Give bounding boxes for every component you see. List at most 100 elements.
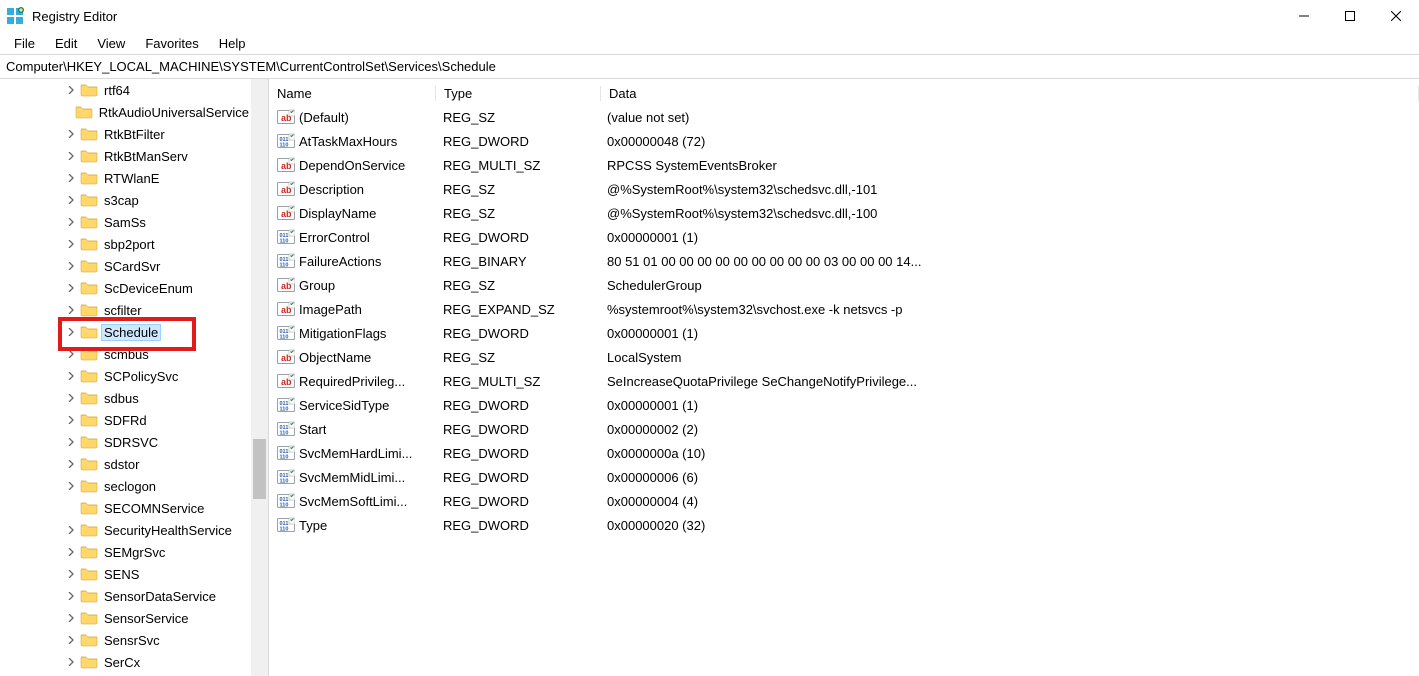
folder-icon — [80, 632, 98, 648]
value-row[interactable]: abObjectNameREG_SZLocalSystem — [269, 345, 1419, 369]
chevron-right-icon[interactable] — [64, 240, 78, 248]
tree-item-scpolicysvc[interactable]: SCPolicySvc — [0, 365, 251, 387]
value-row[interactable]: abGroupREG_SZSchedulerGroup — [269, 273, 1419, 297]
value-row[interactable]: 011110StartREG_DWORD0x00000002 (2) — [269, 417, 1419, 441]
close-button[interactable] — [1373, 0, 1419, 32]
value-row[interactable]: 011110ErrorControlREG_DWORD0x00000001 (1… — [269, 225, 1419, 249]
column-data[interactable]: Data — [601, 86, 1419, 101]
value-row[interactable]: abRequiredPrivileg...REG_MULTI_SZSeIncre… — [269, 369, 1419, 393]
tree-item-secomnservice[interactable]: SECOMNService — [0, 497, 251, 519]
value-row[interactable]: 011110ServiceSidTypeREG_DWORD0x00000001 … — [269, 393, 1419, 417]
tree-item-label: SerCx — [102, 655, 142, 670]
tree-item-sdrsvc[interactable]: SDRSVC — [0, 431, 251, 453]
value-row[interactable]: 011110AtTaskMaxHoursREG_DWORD0x00000048 … — [269, 129, 1419, 153]
chevron-right-icon[interactable] — [64, 372, 78, 380]
value-row[interactable]: ab(Default)REG_SZ(value not set) — [269, 105, 1419, 129]
value-row[interactable]: abDescriptionREG_SZ@%SystemRoot%\system3… — [269, 177, 1419, 201]
chevron-right-icon[interactable] — [64, 460, 78, 468]
chevron-right-icon[interactable] — [64, 570, 78, 578]
value-row[interactable]: 011110SvcMemSoftLimi...REG_DWORD0x000000… — [269, 489, 1419, 513]
value-row[interactable]: abDisplayNameREG_SZ@%SystemRoot%\system3… — [269, 201, 1419, 225]
tree-item-rtf64[interactable]: rtf64 — [0, 79, 251, 101]
menu-edit[interactable]: Edit — [47, 34, 85, 53]
maximize-button[interactable] — [1327, 0, 1373, 32]
tree-item-sercx[interactable]: SerCx — [0, 651, 251, 673]
chevron-right-icon[interactable] — [64, 416, 78, 424]
folder-icon — [80, 610, 98, 626]
column-type[interactable]: Type — [436, 86, 601, 101]
svg-text:110: 110 — [280, 239, 289, 245]
menu-help[interactable]: Help — [211, 34, 254, 53]
value-row[interactable]: abImagePathREG_EXPAND_SZ%systemroot%\sys… — [269, 297, 1419, 321]
value-row[interactable]: 011110FailureActionsREG_BINARY80 51 01 0… — [269, 249, 1419, 273]
chevron-right-icon[interactable] — [64, 394, 78, 402]
tree-item-sensorservice[interactable]: SensorService — [0, 607, 251, 629]
menu-view[interactable]: View — [89, 34, 133, 53]
tree-item-rtkaudiouniversalservice[interactable]: RtkAudioUniversalService — [0, 101, 251, 123]
chevron-right-icon[interactable] — [64, 526, 78, 534]
value-name: SvcMemMidLimi... — [299, 470, 405, 485]
value-data: @%SystemRoot%\system32\schedsvc.dll,-100 — [599, 206, 1419, 221]
tree-item-samss[interactable]: SamSs — [0, 211, 251, 233]
chevron-right-icon[interactable] — [64, 284, 78, 292]
folder-icon — [80, 522, 98, 538]
tree-item-rtkbtfilter[interactable]: RtkBtFilter — [0, 123, 251, 145]
chevron-right-icon[interactable] — [64, 218, 78, 226]
tree-item-seclogon[interactable]: seclogon — [0, 475, 251, 497]
chevron-right-icon[interactable] — [64, 350, 78, 358]
chevron-right-icon[interactable] — [64, 196, 78, 204]
tree-item-semgrsvc[interactable]: SEMgrSvc — [0, 541, 251, 563]
tree-item-label: RtkBtManServ — [102, 149, 190, 164]
menu-favorites[interactable]: Favorites — [137, 34, 206, 53]
chevron-right-icon[interactable] — [64, 86, 78, 94]
string-value-icon: ab — [277, 373, 295, 389]
tree-item-scmbus[interactable]: scmbus — [0, 343, 251, 365]
tree-item-schedule[interactable]: Schedule — [0, 321, 251, 343]
tree-item-sensordataservice[interactable]: SensorDataService — [0, 585, 251, 607]
chevron-right-icon[interactable] — [64, 174, 78, 182]
tree-item-label: ScDeviceEnum — [102, 281, 195, 296]
value-data: 0x00000020 (32) — [599, 518, 1419, 533]
chevron-right-icon[interactable] — [64, 130, 78, 138]
tree-item-scfilter[interactable]: scfilter — [0, 299, 251, 321]
chevron-right-icon[interactable] — [64, 614, 78, 622]
chevron-right-icon[interactable] — [64, 262, 78, 270]
value-row[interactable]: abDependOnServiceREG_MULTI_SZRPCSS Syste… — [269, 153, 1419, 177]
tree-item-rtkbtmanserv[interactable]: RtkBtManServ — [0, 145, 251, 167]
chevron-right-icon[interactable] — [64, 438, 78, 446]
binary-value-icon: 011110 — [277, 493, 295, 509]
tree-item-scardsvr[interactable]: SCardSvr — [0, 255, 251, 277]
tree-item-label: seclogon — [102, 479, 158, 494]
tree-item-label: s3cap — [102, 193, 141, 208]
tree-item-sdfrd[interactable]: SDFRd — [0, 409, 251, 431]
chevron-right-icon[interactable] — [64, 306, 78, 314]
chevron-right-icon[interactable] — [64, 152, 78, 160]
tree-item-sdstor[interactable]: sdstor — [0, 453, 251, 475]
value-row[interactable]: 011110MitigationFlagsREG_DWORD0x00000001… — [269, 321, 1419, 345]
minimize-button[interactable] — [1281, 0, 1327, 32]
tree-item-scdeviceenum[interactable]: ScDeviceEnum — [0, 277, 251, 299]
address-bar[interactable]: Computer\HKEY_LOCAL_MACHINE\SYSTEM\Curre… — [0, 54, 1419, 79]
value-row[interactable]: 011110SvcMemHardLimi...REG_DWORD0x000000… — [269, 441, 1419, 465]
tree-item-sens[interactable]: SENS — [0, 563, 251, 585]
chevron-right-icon[interactable] — [64, 482, 78, 490]
value-list-header: Name Type Data — [269, 79, 1419, 105]
tree-item-s3cap[interactable]: s3cap — [0, 189, 251, 211]
tree-item-sdbus[interactable]: sdbus — [0, 387, 251, 409]
tree-scrollbar[interactable] — [251, 79, 268, 676]
tree-item-sbp2port[interactable]: sbp2port — [0, 233, 251, 255]
chevron-right-icon[interactable] — [64, 592, 78, 600]
tree-item-sensrsvc[interactable]: SensrSvc — [0, 629, 251, 651]
chevron-right-icon[interactable] — [64, 636, 78, 644]
chevron-right-icon[interactable] — [64, 548, 78, 556]
tree-item-rtwlane[interactable]: RTWlanE — [0, 167, 251, 189]
value-row[interactable]: 011110TypeREG_DWORD0x00000020 (32) — [269, 513, 1419, 537]
value-data: 0x00000004 (4) — [599, 494, 1419, 509]
tree-item-securityhealthservice[interactable]: SecurityHealthService — [0, 519, 251, 541]
value-type: REG_DWORD — [435, 326, 599, 341]
chevron-right-icon[interactable] — [64, 328, 78, 336]
value-row[interactable]: 011110SvcMemMidLimi...REG_DWORD0x0000000… — [269, 465, 1419, 489]
chevron-right-icon[interactable] — [64, 658, 78, 666]
column-name[interactable]: Name — [269, 86, 436, 101]
menu-file[interactable]: File — [6, 34, 43, 53]
